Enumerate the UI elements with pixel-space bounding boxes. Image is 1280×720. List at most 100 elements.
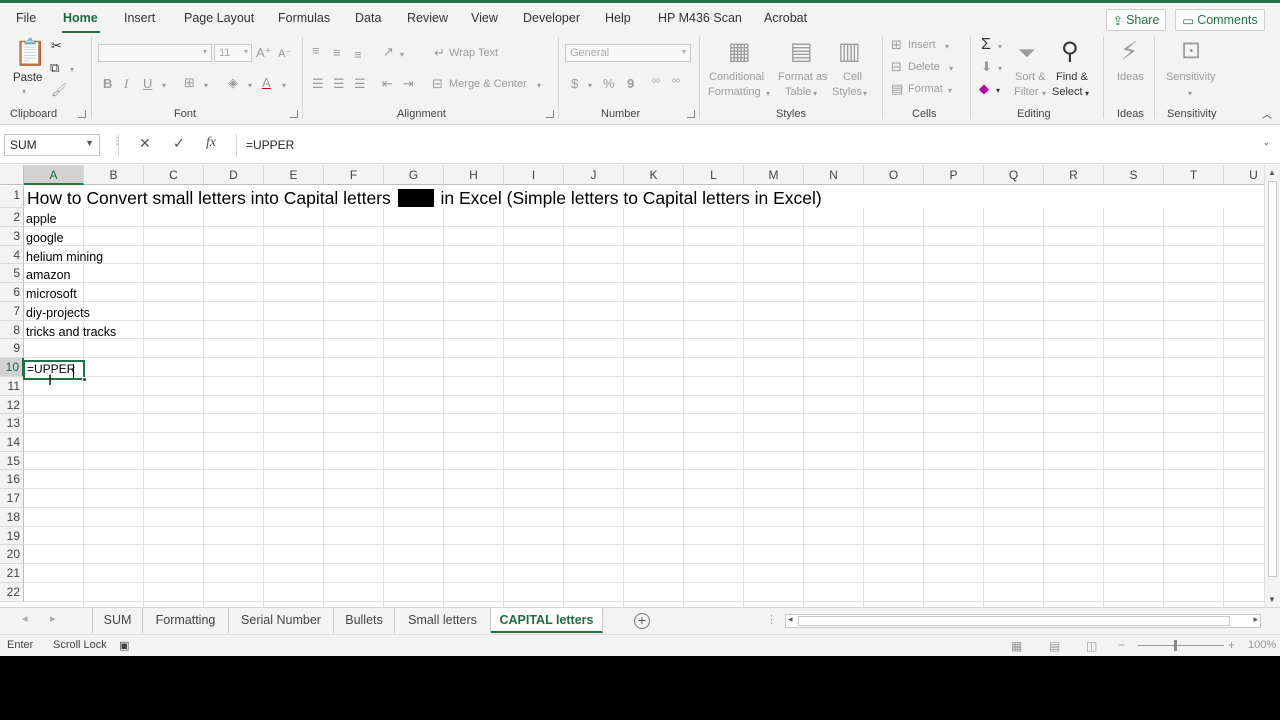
format-cells-icon[interactable]: ▤ xyxy=(891,82,903,96)
tab-view[interactable]: View xyxy=(471,11,498,25)
increase-indent-icon[interactable]: ⇥ xyxy=(403,77,414,91)
column-header-f[interactable]: F xyxy=(324,165,384,185)
decrease-indent-icon[interactable]: ⇤ xyxy=(382,77,393,91)
add-sheet-icon[interactable]: + xyxy=(634,613,650,629)
decrease-font-icon[interactable]: A⁻ xyxy=(278,47,291,61)
currency-dropdown-icon[interactable]: ▾ xyxy=(588,79,592,93)
copy-icon[interactable]: ⧉ xyxy=(50,61,59,75)
orientation-icon[interactable]: ↗ xyxy=(383,45,394,59)
tab-developer[interactable]: Developer xyxy=(523,11,580,25)
row-header-5[interactable]: 5 xyxy=(0,264,24,283)
align-middle-icon[interactable]: ≡ xyxy=(333,46,341,60)
clear-dropdown-icon[interactable]: ▾ xyxy=(996,84,1000,98)
column-header-o[interactable]: O xyxy=(864,165,924,185)
paste-icon[interactable]: 📋 xyxy=(14,39,46,65)
column-header-i[interactable]: I xyxy=(504,165,564,185)
find-select-label[interactable]: Find & xyxy=(1056,70,1088,84)
cell-a5[interactable]: amazon xyxy=(26,266,70,284)
column-header-s[interactable]: S xyxy=(1104,165,1164,185)
sheet-tab-serial-number[interactable]: Serial Number xyxy=(229,608,334,633)
paste-button[interactable]: Paste xyxy=(13,71,42,85)
fill-color-icon[interactable]: ◈ xyxy=(228,76,238,90)
conditional-formatting-label[interactable]: Conditional xyxy=(709,70,764,84)
format-as-table-icon[interactable]: ▤ xyxy=(790,39,813,65)
sheet-tab-bullets[interactable]: Bullets xyxy=(334,608,395,633)
name-box[interactable]: SUM ▼ xyxy=(4,134,100,156)
format-dropdown-icon[interactable]: ▾ xyxy=(948,84,952,98)
align-center-icon[interactable]: ☰ xyxy=(333,77,345,91)
cell-a4[interactable]: helium mining xyxy=(26,248,103,266)
select-all-corner[interactable] xyxy=(0,165,24,185)
column-header-u[interactable]: U xyxy=(1224,165,1264,185)
align-left-icon[interactable]: ☰ xyxy=(312,77,324,91)
format-table-dropdown-icon[interactable]: ▾ xyxy=(813,87,817,101)
number-launcher-icon[interactable] xyxy=(687,110,695,118)
page-layout-view-icon[interactable]: ▤ xyxy=(1049,639,1060,653)
tab-data[interactable]: Data xyxy=(355,11,381,25)
sheet-tab-small-letters[interactable]: Small letters xyxy=(395,608,491,633)
font-color-icon[interactable]: A xyxy=(262,76,271,90)
fill-dropdown-icon[interactable]: ▾ xyxy=(998,62,1002,76)
column-header-q[interactable]: Q xyxy=(984,165,1044,185)
next-sheet-icon[interactable]: ▸ xyxy=(50,612,56,625)
confirm-entry-icon[interactable]: ✓ xyxy=(173,135,185,152)
sort-filter-label-2[interactable]: Filter xyxy=(1014,85,1038,99)
autosum-icon[interactable]: Σ xyxy=(981,36,991,54)
column-header-j[interactable]: J xyxy=(564,165,624,185)
format-cells-button[interactable]: Format xyxy=(908,82,943,96)
insert-function-icon[interactable]: fx xyxy=(206,135,216,151)
row-header-20[interactable]: 20 xyxy=(0,545,24,564)
italic-button[interactable]: I xyxy=(124,77,128,91)
tab-help[interactable]: Help xyxy=(605,11,631,25)
cell-a1[interactable]: How to Convert small letters into Capita… xyxy=(24,186,1264,208)
row-header-19[interactable]: 19 xyxy=(0,527,24,545)
row-header-10[interactable]: 10 xyxy=(0,358,24,377)
row-header-2[interactable]: 2 xyxy=(0,208,24,227)
spreadsheet-grid[interactable]: ABCDEFGHIJKLMNOPQRSTU 1 2 3 4 5 6 7 8 9 10 11 12 13 1… xyxy=(0,165,1264,607)
tab-home[interactable]: Home xyxy=(63,11,98,25)
borders-dropdown-icon[interactable]: ▾ xyxy=(204,79,208,93)
scroll-up-icon[interactable]: ▲ xyxy=(1268,168,1276,177)
name-box-dropdown-icon[interactable]: ▼ xyxy=(85,138,94,148)
ideas-button[interactable]: Ideas xyxy=(1117,70,1144,84)
alignment-launcher-icon[interactable] xyxy=(546,110,554,118)
format-as-table-label[interactable]: Format as xyxy=(778,70,828,84)
column-header-l[interactable]: L xyxy=(684,165,744,185)
fill-handle[interactable] xyxy=(82,377,87,382)
font-launcher-icon[interactable] xyxy=(290,110,298,118)
cell-a7[interactable]: diy-projects xyxy=(26,304,90,322)
wrap-text-icon[interactable]: ↵ xyxy=(434,46,445,60)
insert-dropdown-icon[interactable]: ▾ xyxy=(945,40,949,54)
cancel-entry-icon[interactable]: ✕ xyxy=(139,135,151,152)
macro-record-icon[interactable]: ▣ xyxy=(119,639,129,652)
cut-icon[interactable]: ✂ xyxy=(51,39,62,53)
row-header-21[interactable]: 21 xyxy=(0,564,24,583)
column-header-p[interactable]: P xyxy=(924,165,984,185)
find-select-label-2[interactable]: Select xyxy=(1052,85,1083,99)
zoom-level[interactable]: 100% xyxy=(1248,639,1276,651)
horizontal-scrollbar[interactable]: ◂ ▸ xyxy=(785,614,1261,628)
sheet-tab-sum[interactable]: SUM xyxy=(93,608,143,633)
row-header-22[interactable]: 22 xyxy=(0,583,24,602)
paste-dropdown-icon[interactable]: ▾ xyxy=(22,85,26,99)
scroll-down-icon[interactable]: ▼ xyxy=(1268,595,1276,604)
vertical-scrollbar[interactable]: ▲ ▼ xyxy=(1264,165,1280,607)
row-header-13[interactable]: 13 xyxy=(0,414,24,433)
tab-file[interactable]: File xyxy=(16,11,36,25)
currency-button[interactable]: $ xyxy=(571,77,578,91)
row-header-1[interactable]: 1 xyxy=(0,186,24,208)
zoom-out-icon[interactable]: − xyxy=(1118,638,1125,652)
delete-cells-button[interactable]: Delete xyxy=(908,60,940,74)
comments-button[interactable]: ▭ Comments xyxy=(1175,9,1265,31)
cell-styles-label[interactable]: Cell xyxy=(843,70,862,84)
column-header-c[interactable]: C xyxy=(144,165,204,185)
column-header-h[interactable]: H xyxy=(444,165,504,185)
clear-icon[interactable]: ◆ xyxy=(979,82,989,96)
decrease-decimal-icon[interactable]: ⁰⁰ xyxy=(672,77,680,91)
column-header-g[interactable]: G xyxy=(384,165,444,185)
row-header-12[interactable]: 12 xyxy=(0,396,24,414)
insert-cells-icon[interactable]: ⊞ xyxy=(891,38,902,52)
sensitivity-dropdown-icon[interactable]: ▾ xyxy=(1188,87,1192,101)
font-name-select[interactable]: ▾ xyxy=(98,44,212,62)
bold-button[interactable]: B xyxy=(103,77,112,91)
